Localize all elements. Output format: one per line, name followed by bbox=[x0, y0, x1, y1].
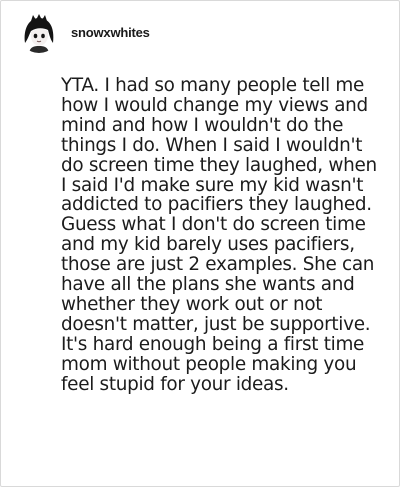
post-text: YTA. I had so many people tell me how I … bbox=[61, 75, 377, 395]
avatar-icon[interactable] bbox=[19, 13, 59, 53]
post-card: snowxwhites YTA. I had so many people te… bbox=[0, 0, 400, 487]
username-link[interactable]: snowxwhites bbox=[71, 25, 150, 40]
post-header: snowxwhites bbox=[19, 13, 150, 53]
